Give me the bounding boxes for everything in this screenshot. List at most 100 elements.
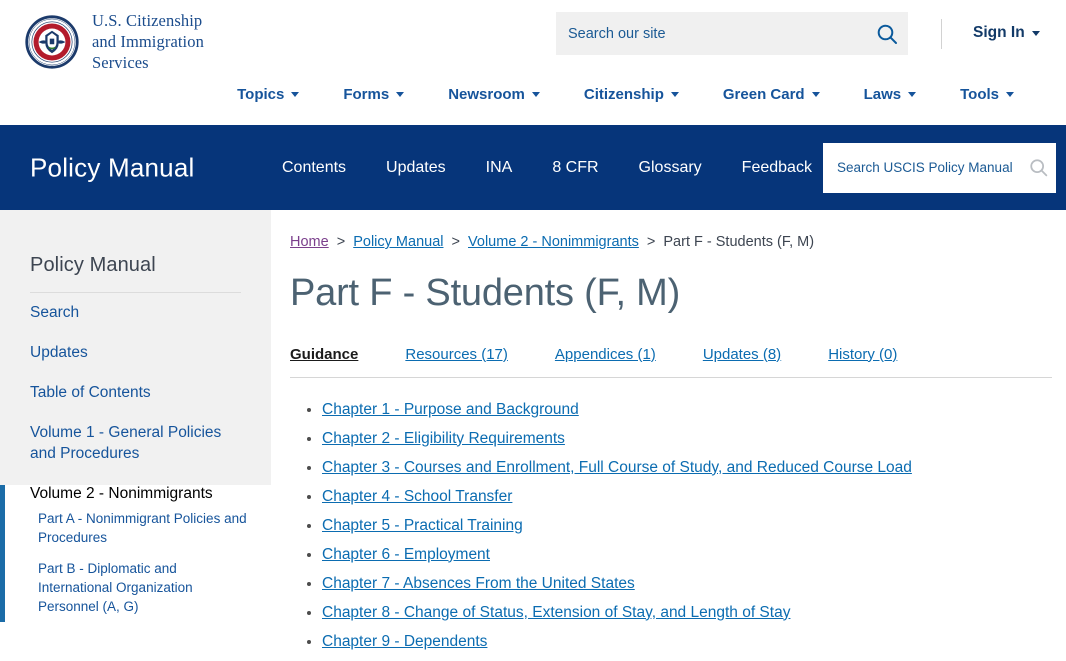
sidebar-item-part-a[interactable]: Part A - Nonimmigrant Policies and Proce… <box>5 503 271 553</box>
tab-appendices[interactable]: Appendices (1) <box>555 346 656 363</box>
site-brand[interactable]: U.S. Citizenship and Immigration Service… <box>24 11 204 73</box>
nav-label: Green Card <box>723 86 805 103</box>
list-item: Chapter 9 - Dependents <box>322 633 1052 651</box>
sidebar-item-part-b[interactable]: Part B - Diplomatic and International Or… <box>5 553 271 622</box>
nav-label: Newsroom <box>448 86 525 103</box>
nav-label: Laws <box>864 86 902 103</box>
list-item: Part B - Diplomatic and International Or… <box>5 553 271 622</box>
chapter-link-1[interactable]: Chapter 1 - Purpose and Background <box>322 401 579 418</box>
site-search[interactable] <box>556 12 908 55</box>
sidebar-item-volume-1[interactable]: Volume 1 - General Policies and Procedur… <box>0 413 271 473</box>
nav-label: Topics <box>237 86 284 103</box>
pm-link-contents[interactable]: Contents <box>262 159 366 177</box>
policy-manual-search-input[interactable] <box>823 143 1020 193</box>
nav-item-citizenship[interactable]: Citizenship <box>562 86 701 103</box>
search-icon[interactable] <box>1020 143 1056 193</box>
pm-link-feedback[interactable]: Feedback <box>722 159 832 177</box>
breadcrumb-link-volume-2[interactable]: Volume 2 - Nonimmigrants <box>468 234 639 250</box>
chevron-down-icon <box>812 92 820 97</box>
tabs-divider <box>290 377 1052 378</box>
sidebar-nav-list: Search Updates Table of Contents Volume … <box>0 293 271 474</box>
sidebar-item-volume-2[interactable]: Volume 2 - Nonimmigrants <box>5 474 235 512</box>
chevron-down-icon <box>532 92 540 97</box>
sidebar-item-search[interactable]: Search <box>0 293 271 333</box>
agency-name: U.S. Citizenship and Immigration Service… <box>92 11 204 73</box>
chapter-list: Chapter 1 - Purpose and Background Chapt… <box>290 401 1052 651</box>
main-navigation: Topics Forms Newsroom Citizenship Green … <box>0 86 1066 103</box>
chapter-link-4[interactable]: Chapter 4 - School Transfer <box>322 488 512 505</box>
list-item: Chapter 3 - Courses and Enrollment, Full… <box>322 459 1052 477</box>
chevron-down-icon <box>908 92 916 97</box>
header-divider <box>941 19 942 49</box>
nav-item-green-card[interactable]: Green Card <box>701 86 842 103</box>
search-icon[interactable] <box>866 12 908 55</box>
list-item: Volume 1 - General Policies and Procedur… <box>0 413 271 473</box>
policy-manual-bar: Policy Manual Contents Updates INA 8 CFR… <box>0 125 1066 210</box>
tab-resources[interactable]: Resources (17) <box>405 346 508 363</box>
chapter-link-6[interactable]: Chapter 6 - Employment <box>322 546 490 563</box>
nav-item-forms[interactable]: Forms <box>321 86 426 103</box>
page-body: Policy Manual Search Updates Table of Co… <box>0 210 1066 661</box>
site-search-input[interactable] <box>556 12 866 55</box>
policy-manual-search[interactable] <box>823 143 1056 193</box>
nav-item-topics[interactable]: Topics <box>215 86 321 103</box>
sign-in-button[interactable]: Sign In <box>973 24 1040 42</box>
breadcrumb: Home > Policy Manual > Volume 2 - Nonimm… <box>290 210 1052 250</box>
pm-link-glossary[interactable]: Glossary <box>619 159 722 177</box>
chapter-link-7[interactable]: Chapter 7 - Absences From the United Sta… <box>322 575 635 592</box>
chapter-link-2[interactable]: Chapter 2 - Eligibility Requirements <box>322 430 565 447</box>
chevron-down-icon <box>1006 92 1014 97</box>
chapter-link-3[interactable]: Chapter 3 - Courses and Enrollment, Full… <box>322 459 912 476</box>
policy-manual-title: Policy Manual <box>30 152 194 183</box>
list-item: Updates <box>0 333 271 373</box>
list-item: Search <box>0 293 271 333</box>
sidebar-active-group-volume-2: Volume 2 - Nonimmigrants Part A - Nonimm… <box>0 485 271 623</box>
main-content: Home > Policy Manual > Volume 2 - Nonimm… <box>271 210 1066 661</box>
chapter-link-5[interactable]: Chapter 5 - Practical Training <box>322 517 523 534</box>
tab-history[interactable]: History (0) <box>828 346 897 363</box>
sidebar-sublist: Part A - Nonimmigrant Policies and Proce… <box>5 503 271 623</box>
list-item: Part A - Nonimmigrant Policies and Proce… <box>5 503 271 553</box>
breadcrumb-link-policy-manual[interactable]: Policy Manual <box>353 234 443 250</box>
list-item: Chapter 8 - Change of Status, Extension … <box>322 604 1052 622</box>
chevron-down-icon <box>1032 31 1040 36</box>
sidebar-heading: Policy Manual <box>0 210 271 277</box>
chapter-link-9[interactable]: Chapter 9 - Dependents <box>322 633 487 650</box>
pm-link-8-cfr[interactable]: 8 CFR <box>532 159 618 177</box>
nav-item-laws[interactable]: Laws <box>842 86 939 103</box>
sidebar: Policy Manual Search Updates Table of Co… <box>0 210 271 661</box>
breadcrumb-separator: > <box>333 234 349 250</box>
dhs-seal-icon <box>24 14 80 70</box>
site-header: U.S. Citizenship and Immigration Service… <box>0 0 1066 125</box>
list-item: Chapter 7 - Absences From the United Sta… <box>322 575 1052 593</box>
nav-label: Citizenship <box>584 86 664 103</box>
list-item: Chapter 2 - Eligibility Requirements <box>322 430 1052 448</box>
sidebar-item-updates[interactable]: Updates <box>0 333 271 373</box>
list-item: Chapter 5 - Practical Training <box>322 517 1052 535</box>
tab-guidance[interactable]: Guidance <box>290 346 358 363</box>
chevron-down-icon <box>291 92 299 97</box>
list-item: Chapter 4 - School Transfer <box>322 488 1052 506</box>
nav-item-newsroom[interactable]: Newsroom <box>426 86 562 103</box>
chapter-link-8[interactable]: Chapter 8 - Change of Status, Extension … <box>322 604 790 621</box>
chevron-down-icon <box>671 92 679 97</box>
breadcrumb-link-home[interactable]: Home <box>290 234 329 250</box>
tab-updates[interactable]: Updates (8) <box>703 346 781 363</box>
pm-link-ina[interactable]: INA <box>466 159 533 177</box>
policy-manual-nav: Contents Updates INA 8 CFR Glossary Feed… <box>262 159 832 177</box>
content-tabs: Guidance Resources (17) Appendices (1) U… <box>290 346 1052 363</box>
chevron-down-icon <box>396 92 404 97</box>
sidebar-item-table-of-contents[interactable]: Table of Contents <box>0 373 271 413</box>
nav-label: Forms <box>343 86 389 103</box>
breadcrumb-current: Part F - Students (F, M) <box>663 234 814 250</box>
pm-link-updates[interactable]: Updates <box>366 159 466 177</box>
list-item: Chapter 1 - Purpose and Background <box>322 401 1052 419</box>
page-title: Part F - Students (F, M) <box>290 272 1052 316</box>
agency-name-line-2: and Immigration <box>92 32 204 53</box>
nav-item-tools[interactable]: Tools <box>938 86 1036 103</box>
sign-in-label: Sign In <box>973 24 1025 42</box>
breadcrumb-separator: > <box>448 234 464 250</box>
breadcrumb-separator: > <box>643 234 659 250</box>
list-item: Table of Contents <box>0 373 271 413</box>
agency-name-line-3: Services <box>92 53 204 74</box>
